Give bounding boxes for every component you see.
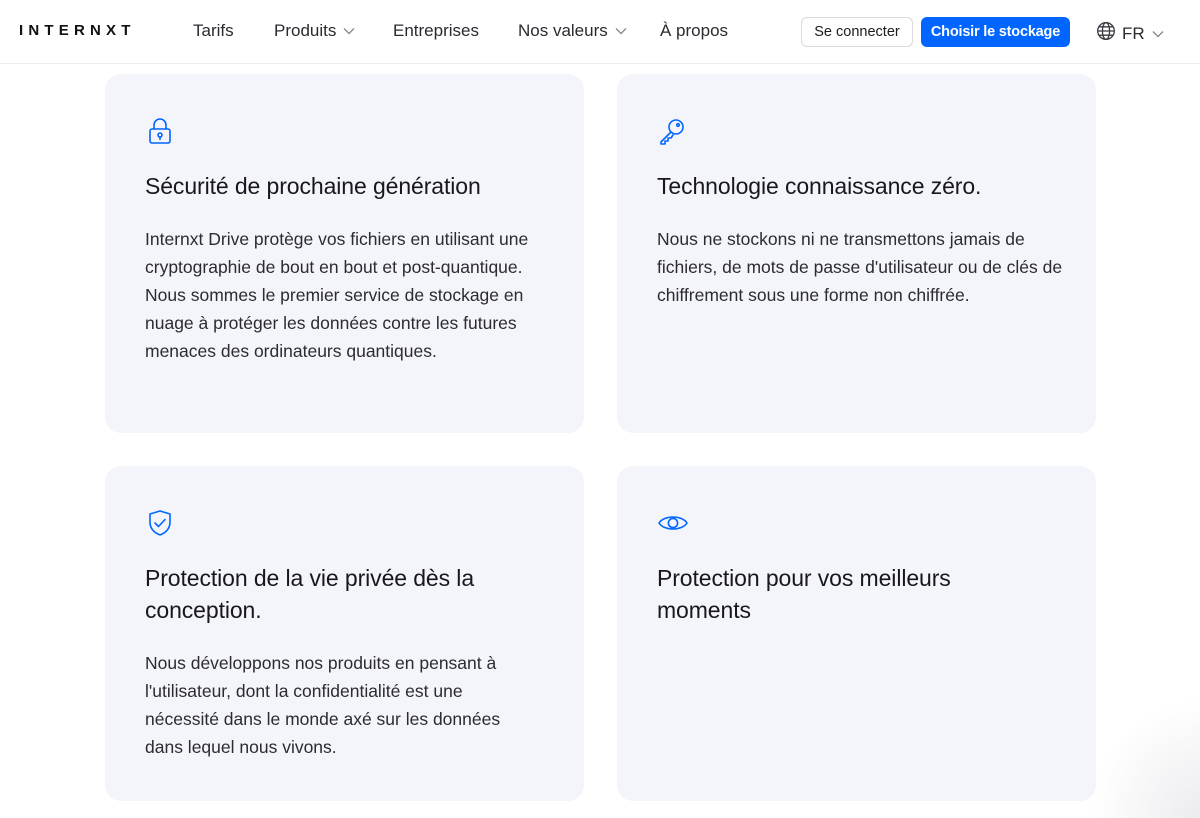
eye-icon [657, 508, 688, 538]
feature-title: Protection pour vos meilleurs moments [657, 565, 951, 623]
chevron-down-icon [1151, 27, 1165, 41]
corner-shadow [1090, 698, 1200, 818]
top-navbar: INTERNXT Tarifs Produits Entreprises Nos… [0, 0, 1200, 64]
feature-title: Technologie connaissance zéro. [657, 173, 982, 199]
nav-nos-valeurs-label: Nos valeurs [518, 21, 608, 40]
language-selector[interactable]: FR [1096, 21, 1165, 46]
feature-title: Sécurité de prochaine génération [145, 173, 481, 199]
language-code: FR [1122, 23, 1145, 43]
feature-card-privacy: Protection de la vie privée dès la conce… [105, 466, 584, 801]
nav-entreprises[interactable]: Entreprises [393, 21, 479, 41]
feature-card-zero-knowledge: Technologie connaissance zéro. Nous ne s… [617, 74, 1096, 433]
nav-tarifs[interactable]: Tarifs [193, 21, 234, 41]
nav-tarifs-label: Tarifs [193, 21, 234, 40]
internxt-logo[interactable]: INTERNXT [19, 22, 136, 39]
login-button[interactable]: Se connecter [801, 17, 913, 47]
feature-description: Nous développons nos produits en pensant… [145, 653, 501, 757]
chevron-down-icon [342, 24, 356, 38]
nav-produits-label: Produits [274, 21, 337, 40]
key-icon [657, 116, 687, 146]
feature-description: Nous ne stockons ni ne transmettons jama… [657, 229, 1063, 305]
chevron-down-icon [614, 24, 628, 38]
shield-check-icon [145, 508, 175, 538]
choose-storage-button[interactable]: Choisir le stockage [921, 17, 1070, 47]
feature-card-moments: Protection pour vos meilleurs moments [617, 466, 1096, 801]
feature-title: Protection de la vie privée dès la conce… [145, 565, 475, 623]
nav-nos-valeurs-dropdown[interactable]: Nos valeurs [518, 21, 628, 41]
feature-card-security: Sécurité de prochaine génération Internx… [105, 74, 584, 433]
nav-a-propos-label: À propos [660, 21, 729, 40]
lock-icon [145, 116, 175, 146]
nav-a-propos[interactable]: À propos [660, 21, 728, 41]
nav-produits-dropdown[interactable]: Produits [274, 21, 356, 41]
nav-entreprises-label: Entreprises [393, 21, 479, 40]
feature-description: Internxt Drive protège vos fichiers en u… [145, 229, 529, 361]
globe-icon [1096, 21, 1116, 46]
